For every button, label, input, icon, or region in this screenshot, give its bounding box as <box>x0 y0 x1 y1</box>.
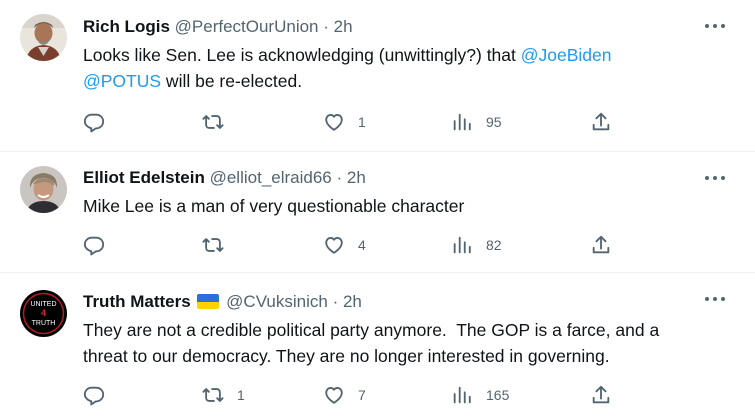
like-count: 4 <box>358 237 366 253</box>
tweet[interactable]: UNITED 4 TRUTH Truth Matters @CVuksinich… <box>0 273 755 420</box>
separator: · <box>323 17 329 36</box>
avatar-text: 4 <box>41 308 46 318</box>
timestamp[interactable]: 2h <box>343 292 362 311</box>
like-button[interactable]: 1 <box>323 110 366 134</box>
like-icon <box>325 114 343 131</box>
tweet-actions: 4 82 <box>83 233 623 257</box>
reply-button[interactable] <box>83 110 105 134</box>
timestamp[interactable]: 2h <box>334 17 353 36</box>
mention-link[interactable]: @POTUS <box>83 71 161 91</box>
retweet-icon <box>202 238 224 252</box>
tweet-text-part: will be re-elected. <box>161 71 303 91</box>
share-button[interactable] <box>590 383 612 407</box>
display-name[interactable]: Rich Logis <box>83 17 170 36</box>
tweet-actions: 1 95 <box>83 110 623 134</box>
ukraine-flag-icon <box>197 294 220 309</box>
retweet-count: 1 <box>237 387 245 403</box>
avatar[interactable] <box>20 14 67 61</box>
tweet[interactable]: Elliot Edelstein @elliot_elraid66 · 2h M… <box>0 152 755 273</box>
views-count: 165 <box>486 387 510 403</box>
tweet-header: Elliot Edelstein @elliot_elraid66 · 2h <box>83 167 366 189</box>
tweet-text: Mike Lee is a man of very questionable c… <box>83 196 465 216</box>
views-icon <box>453 386 471 404</box>
tweet-header: Truth Matters @CVuksinich · 2h <box>83 291 362 313</box>
tweet-text: Looks like Sen. Lee is acknowledging (un… <box>83 42 703 94</box>
views-button[interactable]: 82 <box>451 233 502 257</box>
more-icon[interactable] <box>703 168 727 188</box>
tweet-text-line: They are not a credible political party … <box>83 320 660 340</box>
views-icon <box>453 113 471 131</box>
reply-icon <box>83 386 105 406</box>
reply-icon <box>83 113 105 133</box>
display-name[interactable]: Elliot Edelstein <box>83 168 205 187</box>
reply-icon <box>83 236 105 256</box>
separator: · <box>336 168 343 187</box>
share-button[interactable] <box>590 110 612 134</box>
reply-button[interactable] <box>83 233 105 257</box>
views-button[interactable]: 165 <box>451 383 509 407</box>
like-button[interactable]: 4 <box>323 233 366 257</box>
mention-link[interactable]: @JoeBiden <box>521 45 612 65</box>
views-count: 95 <box>486 114 502 130</box>
retweet-button[interactable] <box>202 233 224 257</box>
tweet-text: They are not a credible political party … <box>83 317 723 369</box>
views-icon <box>453 236 471 254</box>
like-count: 7 <box>358 387 366 403</box>
like-icon <box>325 387 343 404</box>
tweet-text-part: Looks like Sen. Lee is acknowledging (un… <box>83 45 521 65</box>
retweet-button[interactable] <box>202 110 224 134</box>
retweet-button[interactable]: 1 <box>202 383 245 407</box>
user-handle[interactable]: @elliot_elraid66 <box>210 168 332 187</box>
reply-button[interactable] <box>83 383 105 407</box>
tweet-header: Rich Logis @PerfectOurUnion · 2h <box>83 16 353 38</box>
avatar[interactable] <box>20 166 67 213</box>
tweet-feed: Rich Logis @PerfectOurUnion · 2h Looks l… <box>0 0 755 420</box>
share-icon <box>592 385 610 404</box>
retweet-icon <box>202 115 224 129</box>
tweet[interactable]: Rich Logis @PerfectOurUnion · 2h Looks l… <box>0 0 755 152</box>
timestamp[interactable]: 2h <box>347 168 366 187</box>
avatar-text: TRUTH <box>32 320 56 327</box>
more-icon[interactable] <box>703 289 727 309</box>
display-name[interactable]: Truth Matters <box>83 292 191 311</box>
like-count: 1 <box>358 114 366 130</box>
user-handle[interactable]: @CVuksinich <box>226 292 328 311</box>
user-handle[interactable]: @PerfectOurUnion <box>175 17 319 36</box>
views-count: 82 <box>486 237 502 253</box>
tweet-actions: 1 7 165 <box>83 383 623 407</box>
more-icon[interactable] <box>703 16 727 36</box>
share-icon <box>592 112 610 131</box>
separator: · <box>332 292 339 311</box>
avatar-text: UNITED <box>30 301 56 308</box>
share-button[interactable] <box>590 233 612 257</box>
retweet-icon <box>202 388 224 402</box>
avatar[interactable]: UNITED 4 TRUTH <box>20 290 67 337</box>
views-button[interactable]: 95 <box>451 110 502 134</box>
like-icon <box>325 237 343 254</box>
share-icon <box>592 235 610 254</box>
like-button[interactable]: 7 <box>323 383 366 407</box>
tweet-text-line: threat to our democracy. They are no lon… <box>83 346 610 366</box>
